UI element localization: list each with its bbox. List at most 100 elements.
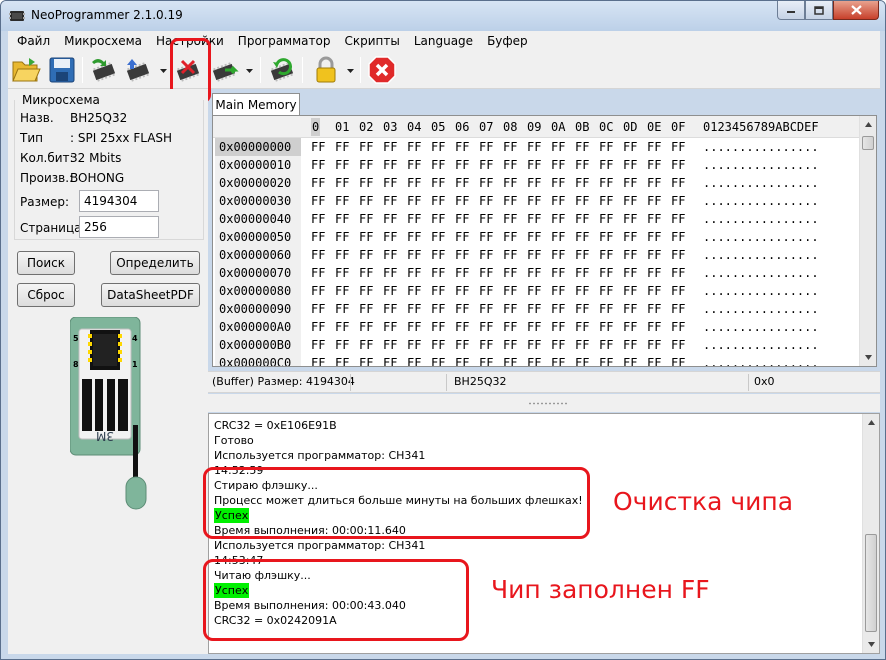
write-dropdown-icon[interactable]: [160, 67, 167, 74]
hex-byte-cell[interactable]: FF: [479, 192, 493, 210]
hex-byte-cell[interactable]: FF: [671, 354, 685, 366]
menu-language[interactable]: Language: [407, 31, 480, 51]
hex-byte-cell[interactable]: FF: [359, 210, 373, 228]
maximize-button[interactable]: [805, 1, 833, 20]
hex-byte-cell[interactable]: FF: [335, 282, 349, 300]
hex-byte-cell[interactable]: FF: [335, 246, 349, 264]
hex-byte-cell[interactable]: FF: [527, 354, 541, 366]
hex-byte-cell[interactable]: FF: [479, 354, 493, 366]
hex-ascii-cell[interactable]: ................: [703, 228, 819, 246]
hex-byte-cell[interactable]: FF: [407, 264, 421, 282]
hex-byte-cell[interactable]: FF: [671, 192, 685, 210]
hex-byte-cell[interactable]: FF: [407, 336, 421, 354]
hex-byte-cell[interactable]: FF: [431, 174, 445, 192]
hex-byte-cell[interactable]: FF: [359, 138, 373, 156]
hex-byte-cell[interactable]: FF: [359, 264, 373, 282]
size-field[interactable]: 4194304: [79, 190, 159, 212]
hex-byte-cell[interactable]: FF: [503, 228, 517, 246]
hex-byte-cell[interactable]: FF: [311, 300, 325, 318]
hex-byte-cell[interactable]: FF: [431, 192, 445, 210]
hex-byte-cell[interactable]: FF: [647, 156, 661, 174]
hex-byte-cell[interactable]: FF: [503, 174, 517, 192]
hex-ascii-cell[interactable]: ................: [703, 264, 819, 282]
hex-byte-cell[interactable]: FF: [455, 210, 469, 228]
hex-byte-cell[interactable]: FF: [335, 210, 349, 228]
hex-byte-cell[interactable]: FF: [623, 282, 637, 300]
hex-byte-cell[interactable]: FF: [431, 282, 445, 300]
hex-byte-cell[interactable]: FF: [671, 174, 685, 192]
hex-byte-cell[interactable]: FF: [383, 246, 397, 264]
hex-byte-cell[interactable]: FF: [431, 138, 445, 156]
hex-byte-cell[interactable]: FF: [359, 282, 373, 300]
hex-byte-cell[interactable]: FF: [359, 156, 373, 174]
hex-byte-cell[interactable]: FF: [407, 246, 421, 264]
datasheet-button[interactable]: DataSheetPDF: [101, 283, 200, 307]
log-scroll-down-button[interactable]: [863, 636, 879, 653]
hex-byte-cell[interactable]: FF: [527, 174, 541, 192]
hex-byte-cell[interactable]: FF: [527, 336, 541, 354]
hex-byte-cell[interactable]: FF: [311, 228, 325, 246]
hex-byte-cell[interactable]: FF: [359, 300, 373, 318]
hex-byte-cell[interactable]: FF: [311, 192, 325, 210]
hex-byte-cell[interactable]: FF: [383, 156, 397, 174]
hex-byte-cell[interactable]: FF: [455, 318, 469, 336]
detect-button[interactable]: Определить: [110, 251, 200, 275]
hex-byte-cell[interactable]: FF: [599, 138, 613, 156]
hex-byte-cell[interactable]: FF: [503, 246, 517, 264]
hex-byte-cell[interactable]: FF: [431, 354, 445, 366]
stop-button[interactable]: [366, 54, 398, 86]
hex-byte-cell[interactable]: FF: [623, 174, 637, 192]
hex-byte-cell[interactable]: FF: [407, 228, 421, 246]
hex-byte-cell[interactable]: FF: [383, 354, 397, 366]
hex-byte-cell[interactable]: FF: [575, 228, 589, 246]
title-bar[interactable]: NeoProgrammer 2.1.0.19: [1, 1, 885, 31]
hex-byte-cell[interactable]: FF: [599, 282, 613, 300]
hex-byte-cell[interactable]: FF: [671, 138, 685, 156]
hex-byte-cell[interactable]: FF: [479, 210, 493, 228]
hex-byte-cell[interactable]: FF: [503, 192, 517, 210]
scroll-down-button[interactable]: [860, 349, 876, 366]
hex-byte-cell[interactable]: FF: [431, 228, 445, 246]
hex-byte-cell[interactable]: FF: [671, 228, 685, 246]
hex-byte-cell[interactable]: FF: [479, 336, 493, 354]
hex-byte-cell[interactable]: FF: [503, 282, 517, 300]
hex-byte-cell[interactable]: FF: [623, 336, 637, 354]
hex-byte-cell[interactable]: FF: [599, 336, 613, 354]
hex-byte-cell[interactable]: FF: [575, 138, 589, 156]
hex-byte-cell[interactable]: FF: [671, 246, 685, 264]
log-output[interactable]: CRC32 = 0xE106E91B Готово Используется про…: [208, 413, 880, 654]
hex-byte-cell[interactable]: FF: [455, 282, 469, 300]
hex-byte-cell[interactable]: FF: [551, 282, 565, 300]
hex-byte-cell[interactable]: FF: [359, 246, 373, 264]
hex-ascii-cell[interactable]: ................: [703, 336, 819, 354]
hex-byte-cell[interactable]: FF: [311, 210, 325, 228]
hex-byte-cell[interactable]: FF: [359, 192, 373, 210]
hex-byte-cell[interactable]: FF: [575, 192, 589, 210]
hex-byte-cell[interactable]: FF: [551, 138, 565, 156]
hex-byte-cell[interactable]: FF: [623, 318, 637, 336]
hex-byte-cell[interactable]: FF: [335, 264, 349, 282]
verify-dropdown-icon[interactable]: [246, 67, 253, 74]
hex-byte-cell[interactable]: FF: [311, 156, 325, 174]
menu-settings[interactable]: Настройки: [149, 31, 231, 51]
hex-byte-cell[interactable]: FF: [407, 174, 421, 192]
hex-byte-cell[interactable]: FF: [599, 264, 613, 282]
lock-button[interactable]: [310, 54, 342, 86]
hex-byte-cell[interactable]: FF: [335, 228, 349, 246]
hex-byte-cell[interactable]: FF: [335, 174, 349, 192]
hex-byte-cell[interactable]: FF: [551, 336, 565, 354]
hex-byte-cell[interactable]: FF: [503, 336, 517, 354]
hex-ascii-cell[interactable]: ................: [703, 174, 819, 192]
hex-byte-cell[interactable]: FF: [551, 264, 565, 282]
hex-byte-cell[interactable]: FF: [551, 210, 565, 228]
hex-byte-cell[interactable]: FF: [623, 354, 637, 366]
hex-byte-cell[interactable]: FF: [503, 156, 517, 174]
hex-byte-cell[interactable]: FF: [383, 318, 397, 336]
hex-byte-cell[interactable]: FF: [671, 282, 685, 300]
hex-byte-cell[interactable]: FF: [479, 282, 493, 300]
hex-byte-cell[interactable]: FF: [335, 318, 349, 336]
hex-byte-cell[interactable]: FF: [503, 354, 517, 366]
hex-scrollbar[interactable]: [859, 116, 876, 366]
hex-byte-cell[interactable]: FF: [575, 318, 589, 336]
hex-byte-cell[interactable]: FF: [671, 210, 685, 228]
